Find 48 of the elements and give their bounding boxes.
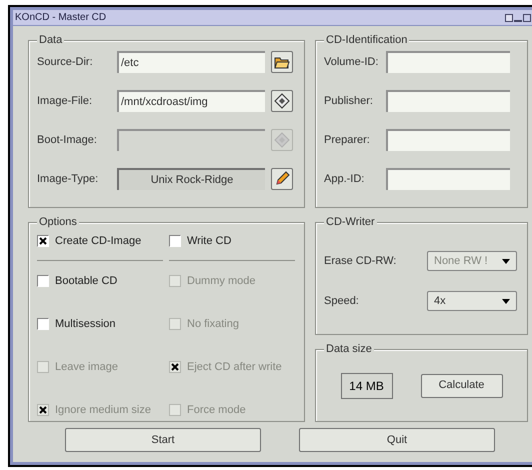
checkbox-label: Ignore medium size — [55, 402, 151, 418]
field-label: Erase CD-RW: — [324, 254, 396, 269]
pencil-icon — [274, 171, 290, 187]
dropdown[interactable]: 4x — [427, 291, 517, 311]
field-label: Publisher: — [324, 94, 374, 109]
browse-button[interactable] — [271, 90, 293, 112]
checkbox[interactable] — [169, 235, 181, 247]
maximize-button[interactable] — [523, 14, 531, 22]
size-display: 14 MB — [340, 372, 392, 398]
text-input[interactable] — [386, 168, 510, 190]
field-label: Preparer: — [324, 132, 371, 148]
checkbox-label: Force mode — [187, 402, 246, 418]
field-label: Speed: — [324, 294, 359, 309]
checkbox-label: Multisession — [55, 316, 116, 332]
text-input[interactable]: /etc — [117, 51, 265, 73]
field-label: Source-Dir: — [37, 54, 94, 70]
field-label: Boot-Image: — [37, 132, 98, 148]
dialog-button[interactable]: Start — [65, 428, 261, 452]
diamond-icon — [274, 93, 290, 109]
checkbox-label: Write CD — [187, 234, 232, 249]
checkbox[interactable] — [37, 275, 49, 287]
dialog-button[interactable]: Quit — [299, 428, 495, 452]
group-title: Options — [37, 215, 79, 229]
caret-icon — [502, 258, 510, 264]
checkbox-label: Eject CD after write — [187, 360, 282, 375]
caret-icon — [502, 298, 510, 304]
diamond-icon — [274, 132, 290, 148]
window-title: KOnCD - Master CD — [15, 11, 106, 25]
browse-button[interactable] — [271, 51, 293, 73]
checkbox-label: Create CD-Image — [55, 234, 142, 249]
field-label: App.-ID: — [324, 172, 366, 187]
field-label: Image-Type: — [37, 172, 100, 187]
browse-button[interactable] — [271, 168, 293, 190]
calculate-button[interactable]: Calculate — [420, 374, 502, 398]
checkbox[interactable] — [37, 318, 49, 330]
checkbox-label: No fixating — [187, 316, 239, 332]
checkbox-label: Bootable CD — [55, 274, 118, 289]
menu-button[interactable] — [505, 14, 513, 22]
field-label: Image-File: — [37, 94, 94, 109]
checkbox[interactable] — [37, 235, 49, 247]
text-input[interactable] — [386, 51, 510, 73]
text-input[interactable] — [386, 129, 510, 151]
checkbox-label: Dummy mode — [187, 274, 256, 289]
text-input[interactable] — [386, 90, 510, 112]
checkbox-label: Leave image — [55, 360, 118, 375]
field-label: Volume-ID: — [324, 54, 380, 70]
text-input[interactable]: /mnt/xcdroast/img — [117, 90, 265, 112]
image-type-display: Unix Rock-Ridge — [117, 168, 265, 190]
